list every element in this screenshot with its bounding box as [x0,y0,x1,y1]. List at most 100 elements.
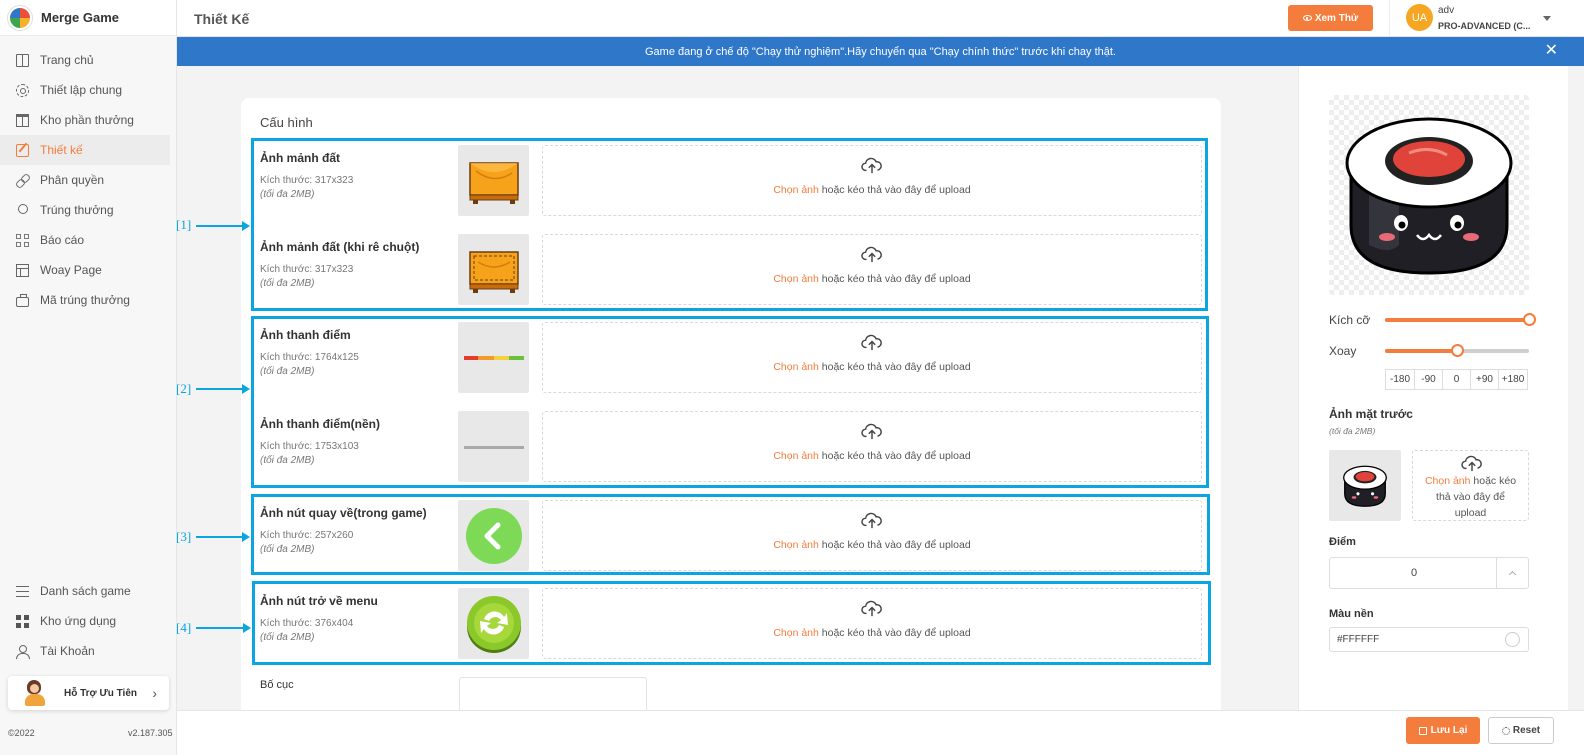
sidebar-item-label: Tài Khoản [40,644,95,658]
sidebar-item-woay-page[interactable]: Woay Page [0,255,170,285]
sidebar-item-game-list[interactable]: Danh sách game [0,576,171,606]
save-label: Lưu Lại [1430,725,1468,736]
rotate-0-button[interactable]: 0 [1442,369,1471,390]
rotate-presets: -180 -90 0 +90 +180 [1385,369,1528,390]
sidebar-item-account[interactable]: Tài Khoản [0,636,171,666]
apps-icon [16,614,29,628]
caret-down-icon[interactable] [1543,16,1551,21]
reset-label: Reset [1512,725,1541,736]
sidebar-item-app-store[interactable]: Kho ứng dụng [0,606,171,636]
rotate-slider[interactable] [1385,344,1529,357]
rotate-slider-fill [1385,349,1457,353]
briefcase-icon [16,293,29,307]
annotation-box-2 [251,316,1209,488]
copyright: ©2022 [8,728,35,738]
bg-color-value[interactable]: #FFFFFF [1337,634,1379,645]
annotation-box-3 [251,494,1210,575]
priority-support-button[interactable]: Hỗ Trợ Ưu Tiên › [8,676,169,710]
bg-color-input[interactable]: #FFFFFF [1329,627,1529,652]
size-slider-fill [1385,318,1529,322]
sidebar-item-permissions[interactable]: Phân quyền [0,165,170,195]
sidebar-nav: Trang chủ Thiết lập chung Kho phần thưởn… [0,36,176,315]
support-agent-icon [20,678,50,708]
front-upload-text: Chọn ảnh hoặc kéo thả vào đây để upload [1419,473,1522,521]
size-slider-handle[interactable] [1523,313,1536,326]
color-swatch[interactable] [1505,632,1520,647]
size-slider[interactable] [1385,313,1536,326]
gift-icon [16,113,29,127]
sidebar-item-label: Thiết kế [40,143,83,157]
close-icon[interactable]: ✕ [1545,43,1558,59]
list-icon [16,584,29,598]
sidebar-item-general-settings[interactable]: Thiết lập chung [0,75,170,105]
score-stepper-up[interactable] [1496,558,1528,588]
rotate-slider-handle[interactable] [1451,344,1464,357]
sidebar-item-label: Trang chủ [40,53,94,67]
sidebar-item-prize-codes[interactable]: Mã trúng thưởng [0,285,170,315]
rotate-plus-180-button[interactable]: +180 [1498,369,1528,390]
app-name: Merge Game [41,10,120,25]
score-input[interactable]: 0 [1329,557,1529,589]
support-label: Hỗ Trợ Ưu Tiên [64,687,138,699]
preview-label: Xem Thử [1314,12,1359,24]
save-button[interactable]: Lưu Lại [1406,717,1480,744]
front-image-upload[interactable]: Chọn ảnh hoặc kéo thả vào đây để upload [1412,450,1529,521]
user-name[interactable]: adv [1438,5,1454,16]
annotation-arrow-3 [196,532,250,542]
sidebar-item-rewards[interactable]: Kho phần thưởng [0,105,170,135]
sidebar-bottom-nav: Danh sách game Kho ứng dụng Tài Khoản [0,576,177,666]
user-plan[interactable]: PRO-ADVANCED (C... [1438,21,1534,31]
annotation-label-4: [4] [176,620,192,635]
page-icon [16,263,29,277]
gear-icon [16,83,29,97]
bottom-action-bar: Lưu Lại Reset [177,710,1584,755]
item-preview [1329,95,1529,295]
annotation-box-4 [252,581,1211,665]
rotate-label: Xoay [1329,344,1357,358]
sidebar-item-home[interactable]: Trang chủ [0,45,170,75]
choose-image-link[interactable]: Chọn ảnh [1425,475,1471,487]
edit-icon [16,143,29,157]
annotation-arrow-1 [196,221,250,231]
user-icon [16,644,30,659]
cloud-upload-icon [1461,455,1482,472]
app-version: v2.187.305 [128,728,173,738]
book-icon [16,53,29,67]
size-label: Kích cỡ [1329,313,1371,327]
reset-button[interactable]: Reset [1488,717,1554,744]
sidebar: Merge Game Trang chủ Thiết lập chung Kho… [0,0,177,755]
sidebar-item-reports[interactable]: Báo cáo [0,225,170,255]
grid-icon [16,233,29,247]
annotation-box-1 [251,138,1208,311]
save-icon [1418,726,1427,735]
divider [1389,0,1390,36]
avatar[interactable]: UA [1406,4,1433,31]
layout-label: Bố cục [260,679,294,691]
bg-color-label: Màu nền [1329,608,1374,620]
sidebar-item-label: Thiết lập chung [40,83,123,97]
sidebar-item-label: Mã trúng thưởng [40,293,130,307]
score-label: Điểm [1329,536,1356,548]
front-image-thumbnail [1329,450,1401,521]
rotate-minus-90-button[interactable]: -90 [1414,369,1443,390]
sidebar-item-label: Phân quyền [40,173,105,187]
sidebar-item-design[interactable]: Thiết kế [0,135,170,165]
annotation-arrow-2 [196,384,250,394]
rotate-minus-180-button[interactable]: -180 [1385,369,1415,390]
annotation-label-1: [1] [176,217,192,232]
eye-icon [1302,15,1312,21]
sidebar-item-winners[interactable]: Trúng thưởng [0,195,170,225]
preview-button[interactable]: Xem Thử [1288,5,1373,31]
brand-logo [8,5,32,30]
brand[interactable]: Merge Game [0,0,176,36]
score-value[interactable]: 0 [1330,567,1498,579]
chevron-up-icon [1508,570,1517,579]
sushi-image [1345,117,1513,275]
sushi-thumbnail [1343,465,1387,507]
rotate-plus-90-button[interactable]: +90 [1470,369,1499,390]
annotation-label-3: [3] [176,529,192,544]
sidebar-item-label: Woay Page [40,263,102,277]
sidebar-item-label: Trúng thưởng [40,203,114,217]
banner-text: Game đang ở chế độ "Chạy thử nghiệm".Hãy… [645,45,1116,58]
section-title: Cấu hình [260,115,313,130]
